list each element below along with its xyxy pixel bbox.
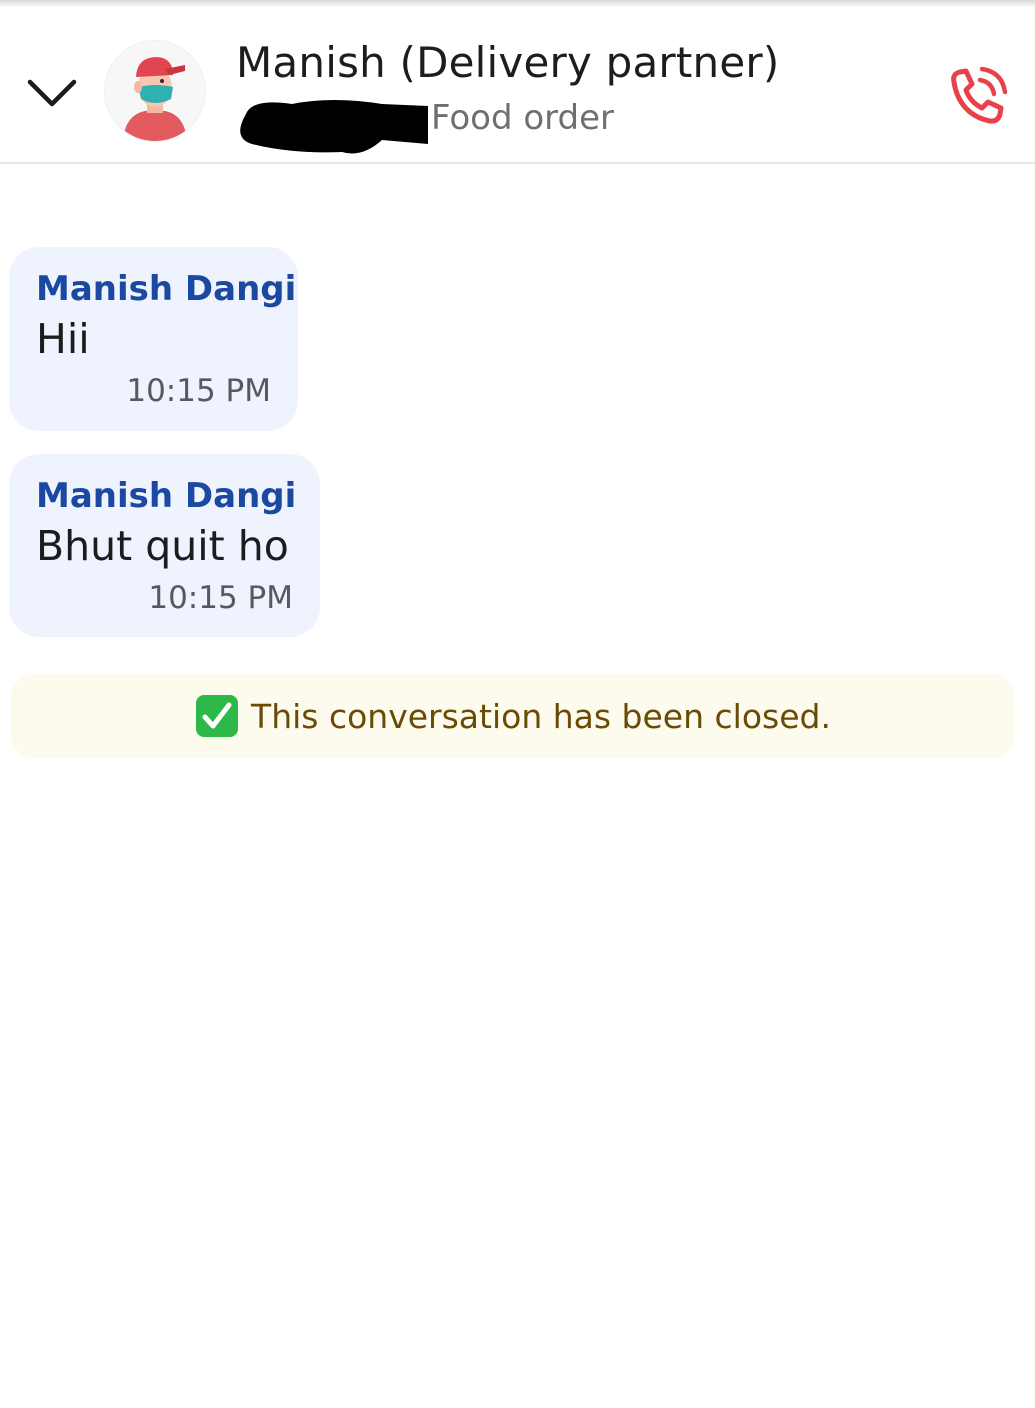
- message-time: 10:15 PM: [148, 580, 293, 616]
- message-time: 10:15 PM: [126, 373, 271, 409]
- message-bubble[interactable]: Manish Dangi Hii 10:15 PM: [9, 247, 298, 431]
- message-sender: Manish Dangi: [36, 269, 297, 309]
- avatar: [104, 40, 206, 142]
- call-button[interactable]: [944, 66, 1010, 132]
- message-bubble[interactable]: Manish Dangi Bhut quit ho 10:15 PM: [9, 454, 320, 637]
- check-mark-icon: [196, 695, 239, 737]
- closed-message: This conversation has been closed.: [251, 696, 831, 736]
- collapse-chat-button[interactable]: [24, 68, 80, 116]
- message-text: Hii: [36, 315, 90, 363]
- status-bar-shadow: [0, 0, 1035, 8]
- chat-header: Manish (Delivery partner) Food order: [0, 8, 1035, 164]
- chat-subtitle: Food order: [431, 98, 614, 138]
- phone-call-icon: [951, 66, 1008, 124]
- chat-title: Manish (Delivery partner): [236, 38, 780, 87]
- message-sender: Manish Dangi: [36, 476, 297, 516]
- conversation-closed-banner: This conversation has been closed.: [11, 674, 1015, 758]
- message-text: Bhut quit ho: [36, 522, 289, 570]
- delivery-partner-icon: [123, 57, 187, 141]
- redaction-mark: [240, 100, 428, 154]
- chevron-down-icon: [27, 79, 77, 107]
